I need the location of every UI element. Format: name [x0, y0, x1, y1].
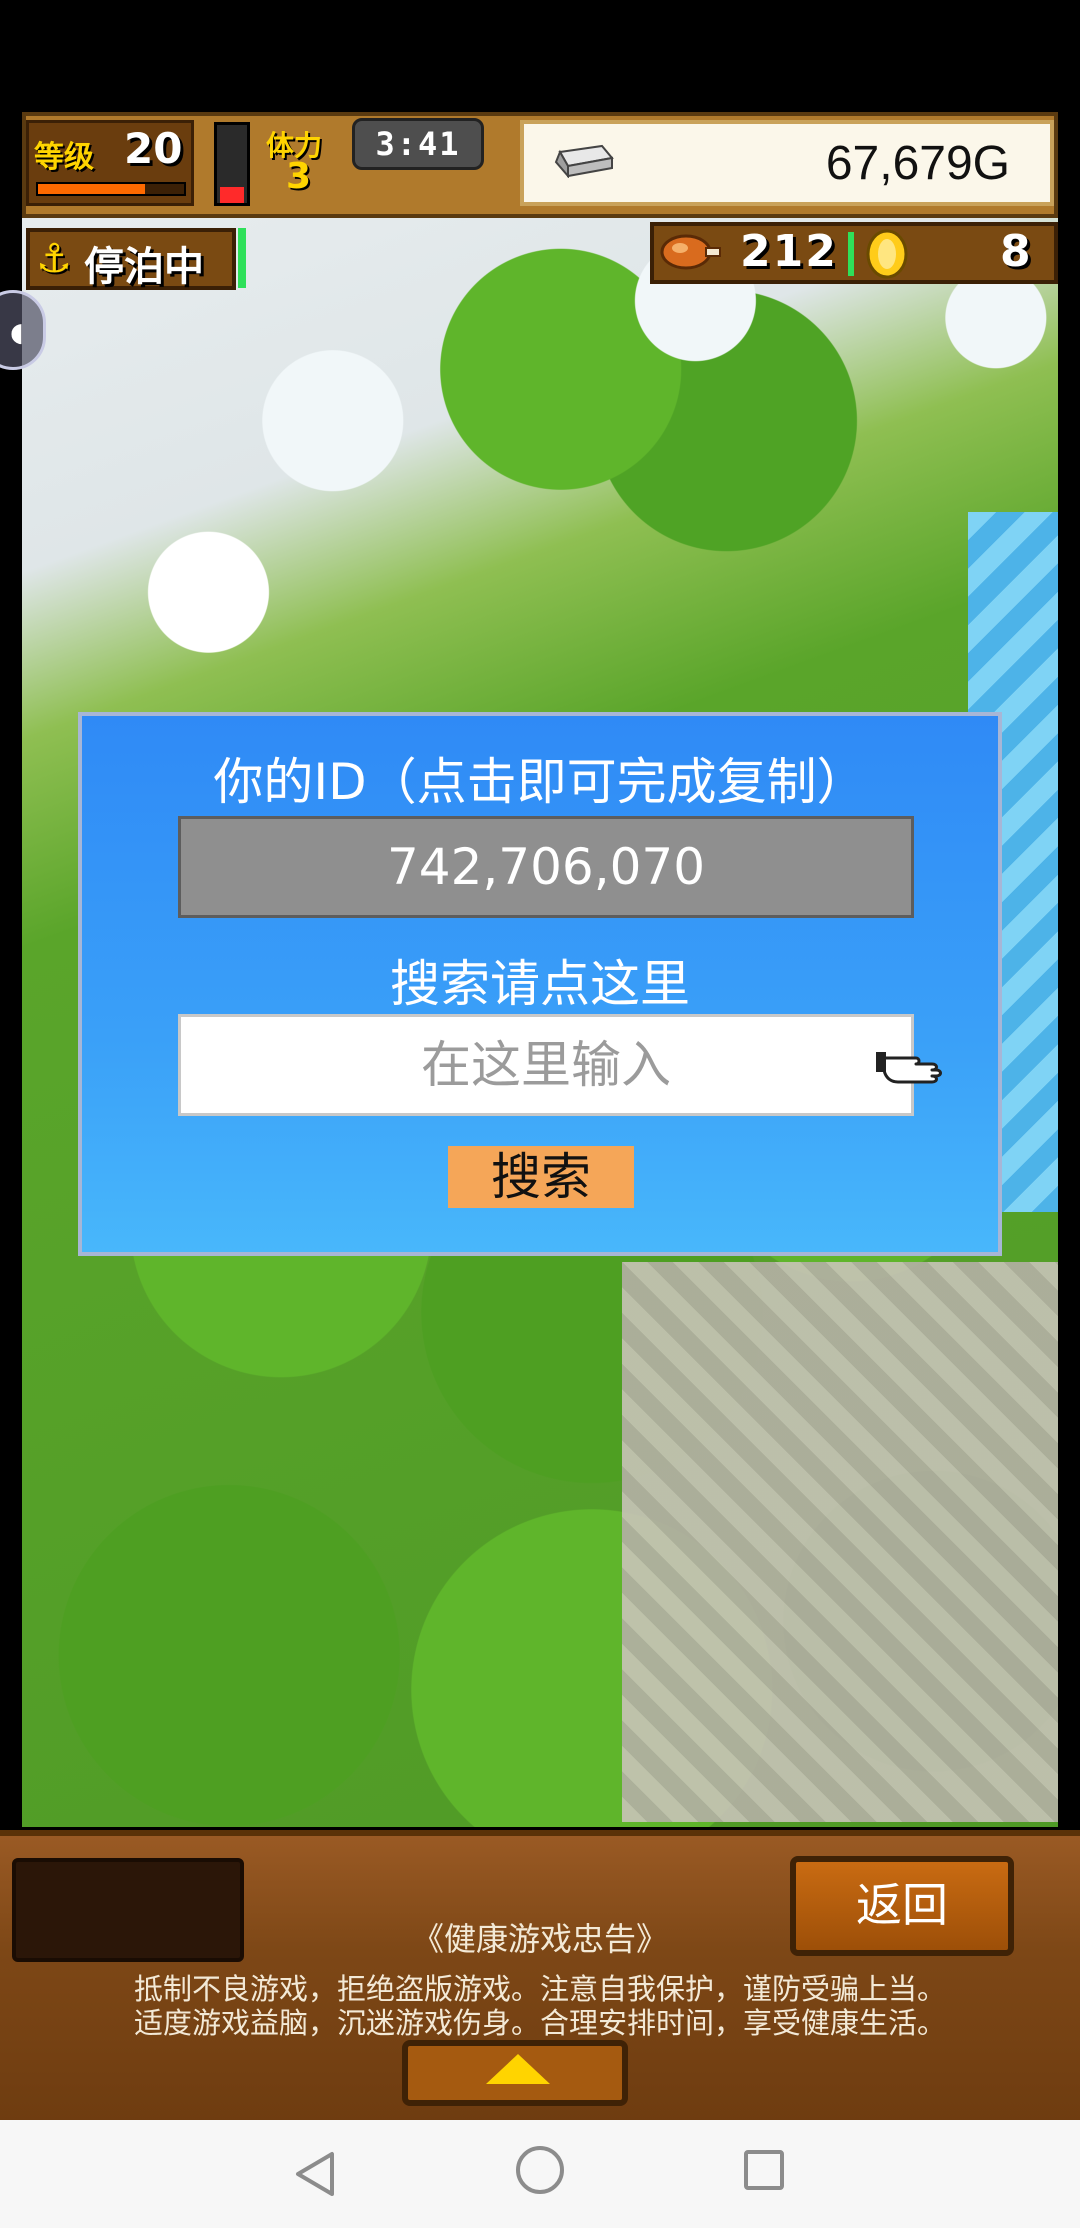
search-button[interactable]: 搜索	[448, 1146, 634, 1208]
docked-status-label: 停泊中	[84, 244, 204, 290]
status-bar	[0, 0, 1080, 112]
timer-display: 3:41	[352, 118, 484, 170]
level-label: 等级	[34, 140, 94, 175]
health-notice-line-2: 适度游戏益脑，沉迷游戏伤身。合理安排时间，享受健康生活。	[133, 2006, 946, 2040]
status-indicator	[238, 228, 246, 288]
anchor-icon: ⚓	[36, 236, 72, 282]
stamina-value: 3	[286, 156, 312, 197]
gold-amount: 67,679G	[825, 137, 1010, 190]
pointing-hand-icon	[876, 1052, 942, 1084]
food-indicator	[848, 232, 854, 276]
search-input[interactable]	[178, 1014, 914, 1116]
dialog-title: 你的ID（点击即可完成复制）	[213, 753, 867, 811]
nav-home-icon[interactable]	[516, 2146, 564, 2194]
player-id-value[interactable]: 742,706,070	[178, 838, 914, 896]
meat-icon	[660, 234, 721, 270]
triangle-up-icon	[486, 2054, 550, 2084]
level-value: 20	[124, 124, 183, 173]
health-notice-title: 《健康游戏忠告》	[411, 1920, 668, 1958]
stamina-gauge-fill	[220, 187, 244, 203]
side-menu-icon: ◖	[10, 318, 24, 348]
stone-path	[622, 1262, 1058, 1822]
level-progress-fill	[38, 184, 145, 194]
silver-bar-icon	[554, 144, 614, 178]
nav-back-icon[interactable]	[290, 2148, 340, 2200]
nav-recent-apps-icon[interactable]	[744, 2150, 784, 2190]
gold-coin-icon	[866, 229, 908, 279]
food-amount: 212	[740, 226, 838, 277]
coin-amount: 8	[1000, 226, 1031, 277]
search-prompt: 搜索请点这里	[390, 955, 690, 1013]
